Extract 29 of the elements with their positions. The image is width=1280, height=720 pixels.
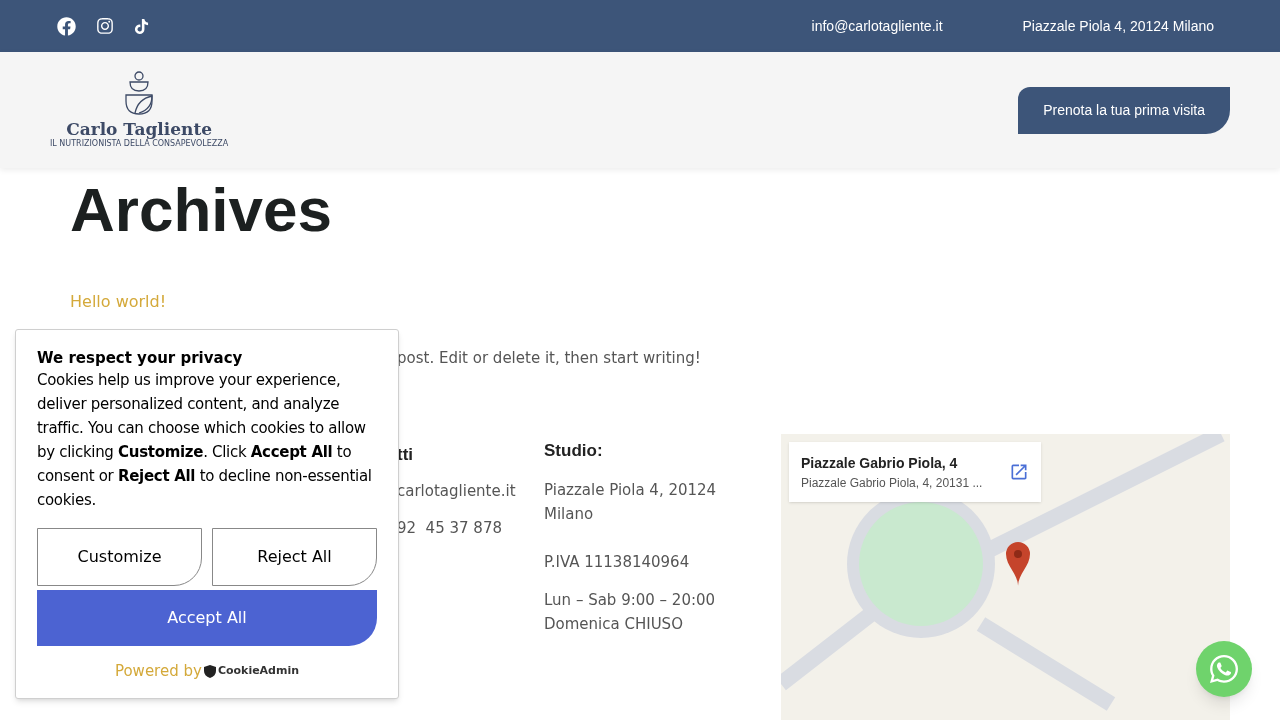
studio-heading: Studio: — [544, 442, 604, 462]
vat-number: P.IVA 11138140964 — [544, 552, 691, 573]
opening-hours: Lun – Sab 9:00 – 20:00 — [544, 590, 717, 611]
email-link[interactable]: info@carlotagliente.it — [811, 15, 943, 37]
cookie-button[interactable]: Accept All — [37, 590, 377, 646]
opening-hours: Domenica CHIUSO — [544, 614, 684, 635]
book-visit-button[interactable]: Prenota la tua prima visita — [1018, 86, 1230, 134]
powered-by-text: Powered by — [114, 661, 202, 682]
place-title: Piazzale Gabrio Piola, 4 — [801, 453, 959, 473]
cookie-title: We respect your privacy — [37, 348, 244, 368]
shield-icon — [203, 664, 216, 678]
instagram-icon[interactable] — [96, 17, 114, 35]
cookie-button[interactable]: Reject All — [212, 528, 377, 586]
address-text: Piazzale Piola 4, 20124 Milano — [1022, 16, 1214, 36]
whatsapp-icon — [1208, 653, 1240, 685]
open-external-icon[interactable] — [1009, 462, 1029, 482]
place-address: Piazzale Gabrio Piola, 4, 20131 ... — [801, 474, 983, 492]
logo-name: Carlo Tagliente — [66, 119, 213, 139]
facebook-icon[interactable] — [57, 16, 76, 36]
page-title: Archives — [70, 174, 333, 246]
location-pin-icon — [1006, 542, 1030, 586]
contact-email[interactable]: carlotagliente.it — [397, 480, 544, 503]
tiktok-icon[interactable] — [134, 18, 149, 34]
map[interactable]: Piazzale Gabrio Piola, 4 Piazzale Gabrio Piola, 4, 20131 ... — [781, 434, 1230, 720]
cookie-text: Cookies help us improve your experience, deliver personalized content, and analyze traffic. You can choose which cookies to allow by clicking Customize. Click Accept All to consent or Reject All to decline non-essential cookies. — [37, 370, 373, 511]
studio-address: Piazzale Piola 4, 20124 Milano — [544, 480, 718, 525]
cookieadmin-brand[interactable]: CookieAdmin — [217, 663, 300, 680]
cookie-button[interactable]: Customize — [37, 528, 202, 586]
logo-tagline: IL NUTRIZIONISTA DELLA CONSAPEVOLEZZA — [50, 139, 229, 149]
